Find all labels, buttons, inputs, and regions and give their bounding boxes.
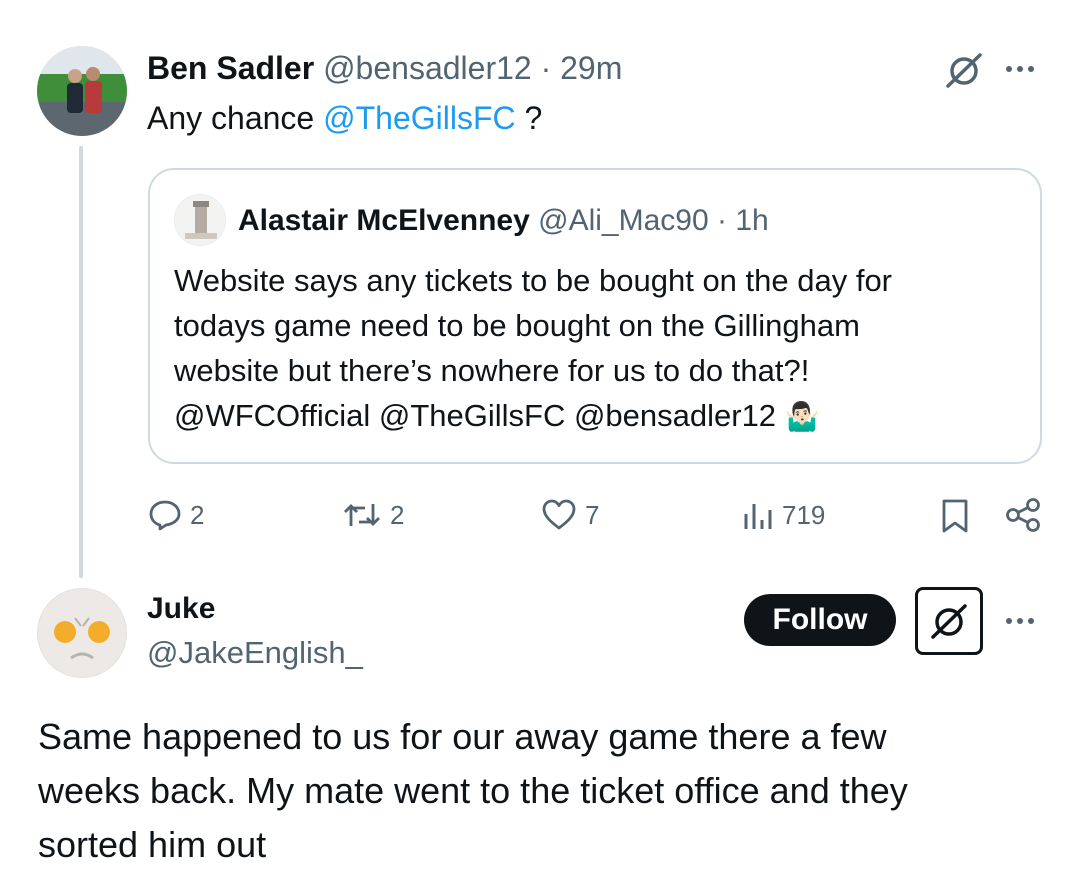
reply-icon [149,500,181,531]
retweet-icon [344,504,380,526]
avatar-juke[interactable] [37,588,127,678]
tweet-text-prefix: Any chance [147,100,324,136]
mention-thegillsfc[interactable]: @TheGillsFC [323,100,516,136]
quote-mentions: @WFCOfficial @TheGillsFC @bensadler12 [174,398,777,433]
retweet-count: 2 [390,499,405,530]
quote-line: website but there’s nowhere for us to do… [174,353,810,388]
quote-line: Website says any tickets to be bought on… [174,263,893,298]
grok-icon[interactable] [944,50,984,90]
quote-separator-dot: · [717,204,728,237]
reply-count: 2 [190,499,205,530]
quote-line-last: @WFCOfficial @TheGillsFC @bensadler12 🤷🏻… [174,393,892,439]
thread-line [79,146,83,578]
grok-button[interactable] [915,587,983,655]
views-count: 719 [782,499,826,530]
retweet-action[interactable]: 2 [342,498,404,532]
tweet-text: Any chance @TheGillsFC ? [147,98,542,138]
avatar-alastair[interactable] [174,194,226,246]
reply-line: weeks back. My mate went to the ticket o… [38,770,908,811]
reply-line: Same happened to us for our away game th… [38,716,887,757]
author-handle[interactable]: @bensadler12 [323,50,532,86]
quote-timestamp[interactable]: 1h [735,204,768,237]
grok-icon [931,604,967,639]
reply-author-handle[interactable]: @JakeEnglish_ [147,634,363,672]
reply-more-icon[interactable] [1006,618,1034,624]
avatar-ben-sadler[interactable] [37,46,127,136]
tweet-text-suffix: ? [515,100,543,136]
like-icon [542,499,576,530]
views-icon [744,504,772,529]
follow-button[interactable]: Follow [744,594,896,646]
reply-action[interactable]: 2 [148,498,204,532]
author-name[interactable]: Ben Sadler [147,50,314,86]
quote-author-handle[interactable]: @Ali_Mac90 [538,204,709,237]
views-action[interactable]: 719 [742,498,825,532]
reply-author-name[interactable]: Juke [147,590,215,628]
timestamp[interactable]: 29m [560,50,622,86]
more-icon[interactable] [1006,66,1034,72]
quote-text: Website says any tickets to be bought on… [174,258,892,439]
shrug-emoji: 🤷🏻‍♂️ [784,401,820,432]
reply-text: Same happened to us for our away game th… [38,710,908,872]
tweet-header: Ben Sadler @bensadler12 · 29m [147,48,622,88]
quote-author-name[interactable]: Alastair McElvenney [238,204,530,237]
reply-line: sorted him out [38,824,267,865]
like-count: 7 [585,499,600,530]
quote-line: todays game need to be bought on the Gil… [174,308,860,343]
share-icon[interactable] [1004,497,1042,538]
separator-dot: · [540,50,552,86]
bookmark-icon[interactable] [940,498,970,539]
like-action[interactable]: 7 [541,498,599,532]
quote-header: Alastair McElvenney @Ali_Mac90 · 1h [238,202,769,240]
